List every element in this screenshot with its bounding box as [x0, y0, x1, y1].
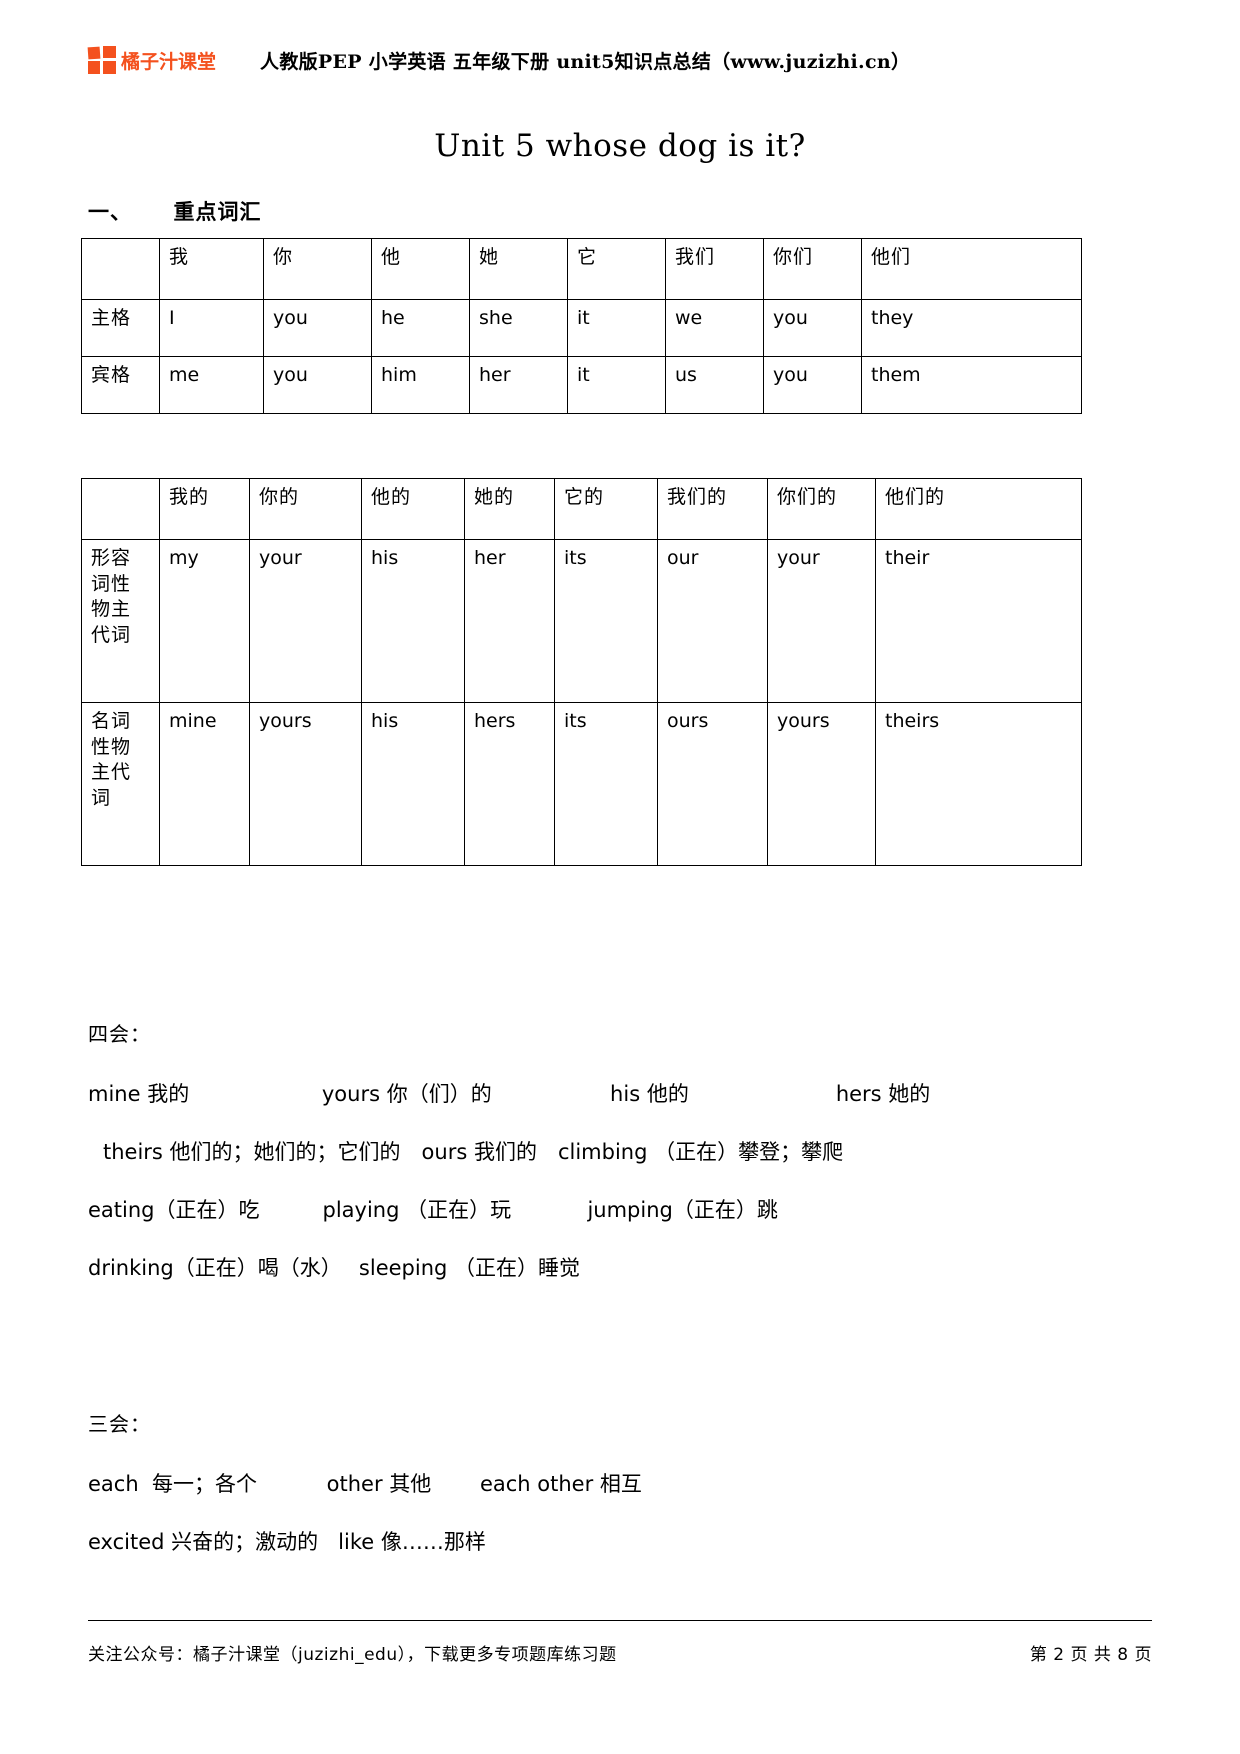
table-header-cell: 她的 [464, 478, 555, 540]
table-cell: your [249, 539, 362, 703]
table-header-cell: 你们 [763, 238, 862, 300]
table-cell: you [263, 356, 372, 414]
page-header: 橘子汁课堂 人教版PEP 小学英语 五年级下册 unit5知识点总结（www.j… [87, 36, 1152, 84]
table-header-cell: 你 [263, 238, 372, 300]
table-cell: he [371, 299, 470, 357]
table-row-label: 主格 [81, 299, 160, 357]
table-header-cell: 它 [567, 238, 666, 300]
table-header-cell: 你们的 [767, 478, 876, 540]
table-cell: theirs [875, 702, 1082, 866]
sanhui-line-2: excited 兴奋的；激动的 like 像……那样 [88, 1530, 486, 1554]
table-header-cell: 他们 [861, 238, 1082, 300]
table-cell: him [371, 356, 470, 414]
table-row: 我的 你的 他的 她的 它的 我们的 你们的 他们的 [81, 478, 1082, 540]
table-cell: his [361, 539, 465, 703]
table-row: 宾格 me you him her it us you them [81, 356, 1082, 414]
table-cell: them [861, 356, 1082, 414]
sihui-line-2: theirs 他们的；她们的；它们的 ours 我们的 climbing （正在… [103, 1140, 844, 1164]
sihui-label: 四会： [88, 1022, 151, 1046]
table-cell: yours [767, 702, 876, 866]
table-cell: her [464, 539, 555, 703]
four-squares-logo-icon [87, 46, 116, 74]
table-header-cell: 我 [159, 238, 264, 300]
table-cell: you [763, 299, 862, 357]
page-title: Unit 5 whose dog is it? [434, 128, 806, 164]
table-pronoun-case: 我 你 他 她 它 我们 你们 他们 主格 I you he she it we… [81, 238, 1082, 414]
sanhui-label: 三会： [88, 1412, 151, 1436]
table-header-cell: 他的 [361, 478, 465, 540]
table-possessive-pronouns: 我的 你的 他的 她的 它的 我们的 你们的 他们的 形容词性物主代词 my y… [81, 478, 1082, 866]
table-header-cell [81, 478, 160, 540]
table-header-cell: 他 [371, 238, 470, 300]
table-cell: its [554, 539, 658, 703]
table-cell: hers [464, 702, 555, 866]
table-header-cell: 我们 [665, 238, 764, 300]
table-row-label: 宾格 [81, 356, 160, 414]
table-cell: you [263, 299, 372, 357]
table-cell: yours [249, 702, 362, 866]
section-heading-vocabulary: 一、 重点词汇 [88, 200, 262, 224]
table-cell: its [554, 702, 658, 866]
table-cell: your [767, 539, 876, 703]
table-cell: my [159, 539, 250, 703]
table-row-label: 形容词性物主代词 [81, 539, 160, 703]
table-header-cell: 我的 [159, 478, 250, 540]
table-cell: their [875, 539, 1082, 703]
table-cell: she [469, 299, 568, 357]
table-row: 形容词性物主代词 my your his her its our your th… [81, 539, 1082, 703]
document-page: 橘子汁课堂 人教版PEP 小学英语 五年级下册 unit5知识点总结（www.j… [0, 0, 1240, 1754]
sanhui-line-1: each 每一；各个 other 其他 each other 相互 [88, 1472, 642, 1496]
table-cell: me [159, 356, 264, 414]
table-header-cell: 它的 [554, 478, 658, 540]
table-cell: you [763, 356, 862, 414]
table-cell: I [159, 299, 264, 357]
table-cell: it [567, 299, 666, 357]
table-row: 我 你 他 她 它 我们 你们 他们 [81, 238, 1082, 300]
table-header-cell [81, 238, 160, 300]
table-row: 名词性物主代词 mine yours his hers its ours you… [81, 702, 1082, 866]
table-header-cell: 你的 [249, 478, 362, 540]
brand-name: 橘子汁课堂 [121, 50, 217, 73]
brand-logo: 橘子汁课堂 [87, 46, 217, 74]
header-title: 人教版PEP 小学英语 五年级下册 unit5知识点总结（www.juzizhi… [260, 50, 911, 73]
sihui-line-4: drinking（正在）喝（水） sleeping （正在）睡觉 [88, 1256, 581, 1280]
table-cell: ours [657, 702, 768, 866]
table-row-label: 名词性物主代词 [81, 702, 160, 866]
sihui-line-1: mine 我的 yours 你（们）的 his 他的 hers 她的 [88, 1082, 931, 1106]
footer-divider [88, 1620, 1152, 1621]
sihui-line-3: eating（正在）吃 playing （正在）玩 jumping（正在）跳 [88, 1198, 778, 1222]
table-cell: it [567, 356, 666, 414]
table-cell: her [469, 356, 568, 414]
table-header-cell: 我们的 [657, 478, 768, 540]
table-cell: his [361, 702, 465, 866]
page-number: 第 2 页 共 8 页 [1029, 1645, 1152, 1665]
table-cell: mine [159, 702, 250, 866]
table-header-cell: 她 [469, 238, 568, 300]
table-cell: us [665, 356, 764, 414]
footer-note: 关注公众号：橘子汁课堂（juzizhi_edu），下载更多专项题库练习题 [88, 1645, 617, 1665]
table-cell: we [665, 299, 764, 357]
table-cell: our [657, 539, 768, 703]
table-cell: they [861, 299, 1082, 357]
table-row: 主格 I you he she it we you they [81, 299, 1082, 357]
table-header-cell: 他们的 [875, 478, 1082, 540]
